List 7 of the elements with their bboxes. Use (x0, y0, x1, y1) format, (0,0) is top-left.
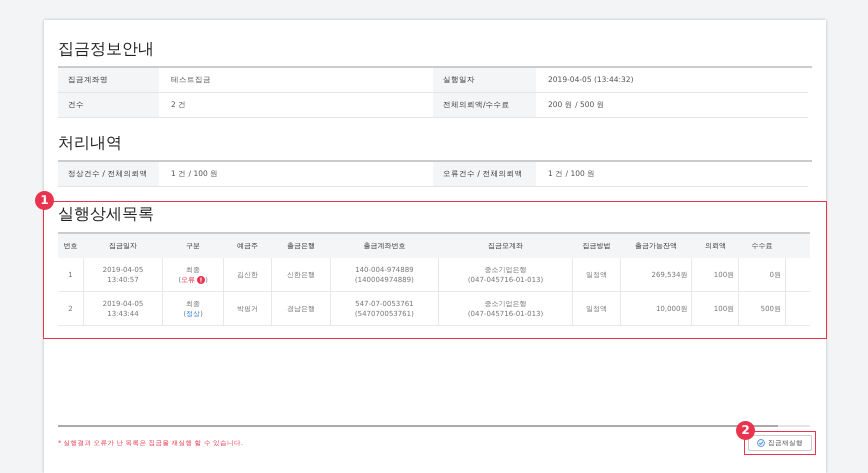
section-title: 처리내역 (58, 132, 123, 154)
alert-icon (197, 276, 206, 284)
check-circle-icon (757, 439, 765, 447)
number-badge: 1 (35, 191, 54, 210)
section-title: 집금정보안내 (58, 38, 155, 60)
section-title: 실행상세목록 (58, 203, 155, 225)
number-badge: 2 (736, 421, 755, 440)
